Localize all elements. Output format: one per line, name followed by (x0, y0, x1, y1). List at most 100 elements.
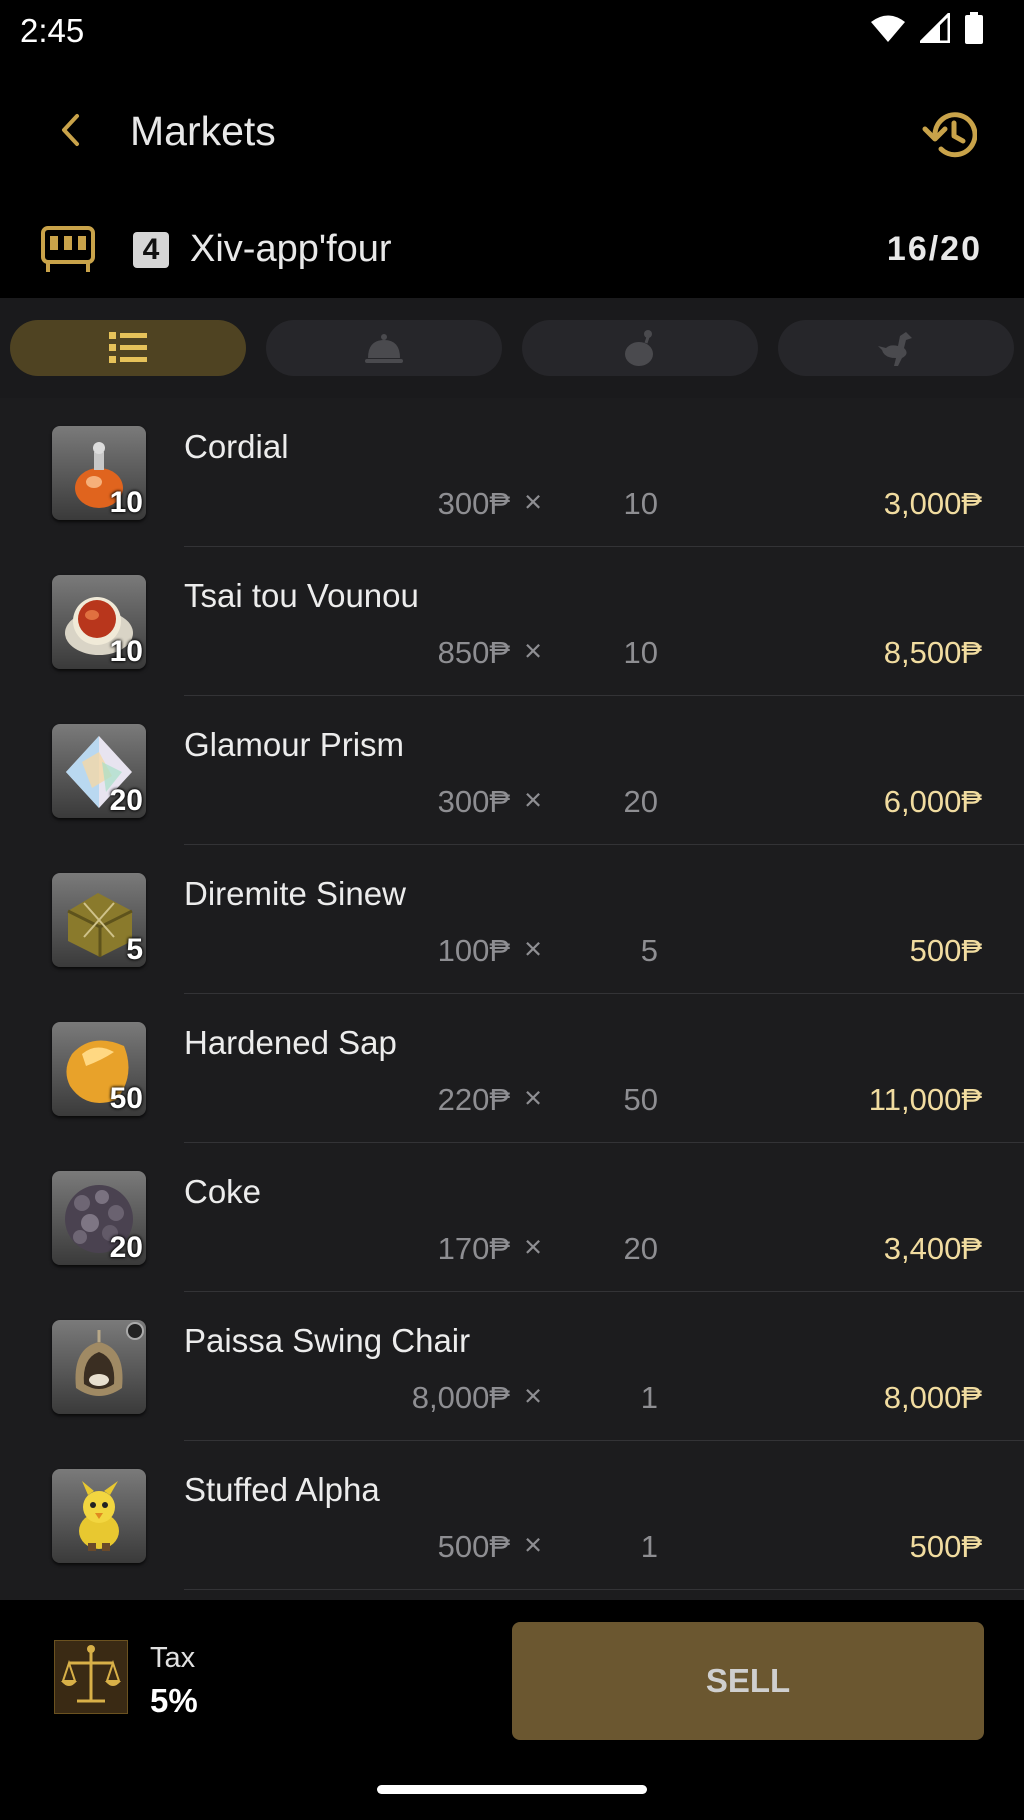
list-icon (109, 332, 147, 363)
listing-row[interactable]: 5 Diremite Sinew 100₱ × 5 500₱ (0, 845, 1024, 994)
multiply-sign: × (524, 782, 543, 817)
unit-price: 220₱ (437, 1082, 510, 1117)
item-name: Tsai tou Vounou (184, 577, 419, 614)
sinew-bundle-icon (67, 893, 133, 957)
footer-bar: Tax 5% SELL (0, 1600, 1024, 1820)
swing-chair-icon (75, 1330, 123, 1396)
item-quantity: 20 (623, 784, 658, 819)
total-price: 6,000₱ (883, 784, 982, 819)
item-thumbnail (52, 1469, 146, 1563)
row-divider (184, 1589, 1024, 1590)
home-indicator[interactable] (377, 1785, 647, 1794)
unit-price: 8,000₱ (411, 1380, 510, 1415)
item-name: Stuffed Alpha (184, 1471, 380, 1508)
retainer-bell-icon (41, 226, 95, 272)
system-icons (870, 12, 984, 44)
listing-row[interactable]: Stuffed Alpha 500₱ × 1 500₱ (0, 1441, 1024, 1590)
total-price: 500₱ (909, 1529, 982, 1564)
unit-price: 500₱ (437, 1529, 510, 1564)
item-quantity: 1 (640, 1380, 658, 1415)
chevron-left-icon (62, 114, 79, 146)
unit-price: 300₱ (437, 784, 510, 819)
status-bar: 2:45 (0, 0, 1024, 60)
item-thumbnail: 10 (52, 575, 146, 669)
item-thumbnail: 5 (52, 873, 146, 967)
multiply-sign: × (524, 633, 543, 668)
tax-label: Tax (150, 1642, 196, 1674)
unit-price: 170₱ (437, 1231, 510, 1266)
status-dot-icon (126, 1322, 144, 1340)
service-bell-icon (365, 334, 403, 363)
item-quantity: 5 (640, 933, 658, 968)
cell-signal-icon (920, 13, 950, 43)
wifi-icon (871, 15, 905, 42)
multiply-sign: × (524, 484, 543, 519)
tab-list[interactable] (10, 320, 246, 376)
chocobo-icon (878, 332, 912, 366)
item-quantity: 1 (640, 1529, 658, 1564)
item-name: Coke (184, 1173, 262, 1210)
moogle-icon (625, 330, 653, 366)
item-quantity-badge: 50 (109, 1082, 143, 1115)
tab-chocobo[interactable] (778, 320, 1014, 376)
item-quantity-badge: 5 (126, 933, 143, 966)
item-thumbnail: 20 (52, 724, 146, 818)
item-thumbnail: 10 (52, 426, 146, 520)
retainer-number-badge: 4 (133, 232, 169, 268)
total-price: 8,000₱ (883, 1380, 982, 1415)
multiply-sign: × (524, 931, 543, 966)
item-quantity-badge: 20 (109, 1231, 143, 1264)
multiply-sign: × (524, 1527, 543, 1562)
item-name: Paissa Swing Chair (184, 1322, 471, 1359)
item-name: Glamour Prism (184, 726, 405, 763)
listing-row[interactable]: Paissa Swing Chair 8,000₱ × 1 8,000₱ (0, 1292, 1024, 1441)
item-name: Hardened Sap (184, 1024, 397, 1061)
item-quantity: 10 (623, 486, 658, 521)
total-price: 11,000₱ (868, 1082, 982, 1117)
multiply-sign: × (524, 1229, 543, 1264)
item-thumbnail (52, 1320, 146, 1414)
tax-value: 5% (150, 1682, 198, 1719)
tab-service-bell[interactable] (266, 320, 502, 376)
tab-moogle[interactable] (522, 320, 758, 376)
listing-row[interactable]: 20 Coke 170₱ × 20 3,400₱ (0, 1143, 1024, 1292)
unit-price: 300₱ (437, 486, 510, 521)
multiply-sign: × (524, 1378, 543, 1413)
item-quantity: 10 (623, 635, 658, 670)
item-name: Cordial (184, 428, 289, 465)
item-name: Diremite Sinew (184, 875, 406, 912)
unit-price: 850₱ (437, 635, 510, 670)
app-bar: Markets (0, 60, 1024, 200)
listing-row[interactable]: 50 Hardened Sap 220₱ × 50 11,000₱ (0, 994, 1024, 1143)
listing-list: 10 Cordial 300₱ × 10 3,000₱ 10 Tsai tou … (0, 398, 1024, 1600)
retainer-name: Xiv-app'four (190, 228, 392, 270)
total-price: 3,000₱ (883, 486, 982, 521)
history-button[interactable] (914, 100, 984, 170)
retainer-header: 4 Xiv-app'four 16/20 (0, 200, 1024, 298)
scales-icon (61, 1645, 121, 1703)
category-tabs (0, 298, 1024, 398)
item-thumbnail: 20 (52, 1171, 146, 1265)
multiply-sign: × (524, 1080, 543, 1115)
total-price: 3,400₱ (883, 1231, 982, 1266)
status-time: 2:45 (20, 12, 85, 49)
back-button[interactable] (40, 100, 100, 160)
page-title: Markets (130, 108, 276, 154)
listing-row[interactable]: 10 Tsai tou Vounou 850₱ × 10 8,500₱ (0, 547, 1024, 696)
item-quantity: 50 (623, 1082, 658, 1117)
sell-button[interactable]: SELL (512, 1622, 984, 1740)
tax-scales-icon (54, 1640, 128, 1714)
stuffed-alpha-icon (79, 1481, 119, 1551)
item-quantity: 20 (623, 1231, 658, 1266)
unit-price: 100₱ (437, 933, 510, 968)
listing-row[interactable]: 10 Cordial 300₱ × 10 3,000₱ (0, 398, 1024, 547)
listing-count: 16/20 (886, 230, 982, 268)
history-icon (922, 112, 977, 158)
battery-icon (965, 12, 983, 44)
total-price: 500₱ (909, 933, 982, 968)
item-quantity-badge: 10 (109, 486, 143, 519)
listing-row[interactable]: 20 Glamour Prism 300₱ × 20 6,000₱ (0, 696, 1024, 845)
total-price: 8,500₱ (883, 635, 982, 670)
item-quantity-badge: 20 (109, 784, 143, 817)
item-thumbnail: 50 (52, 1022, 146, 1116)
